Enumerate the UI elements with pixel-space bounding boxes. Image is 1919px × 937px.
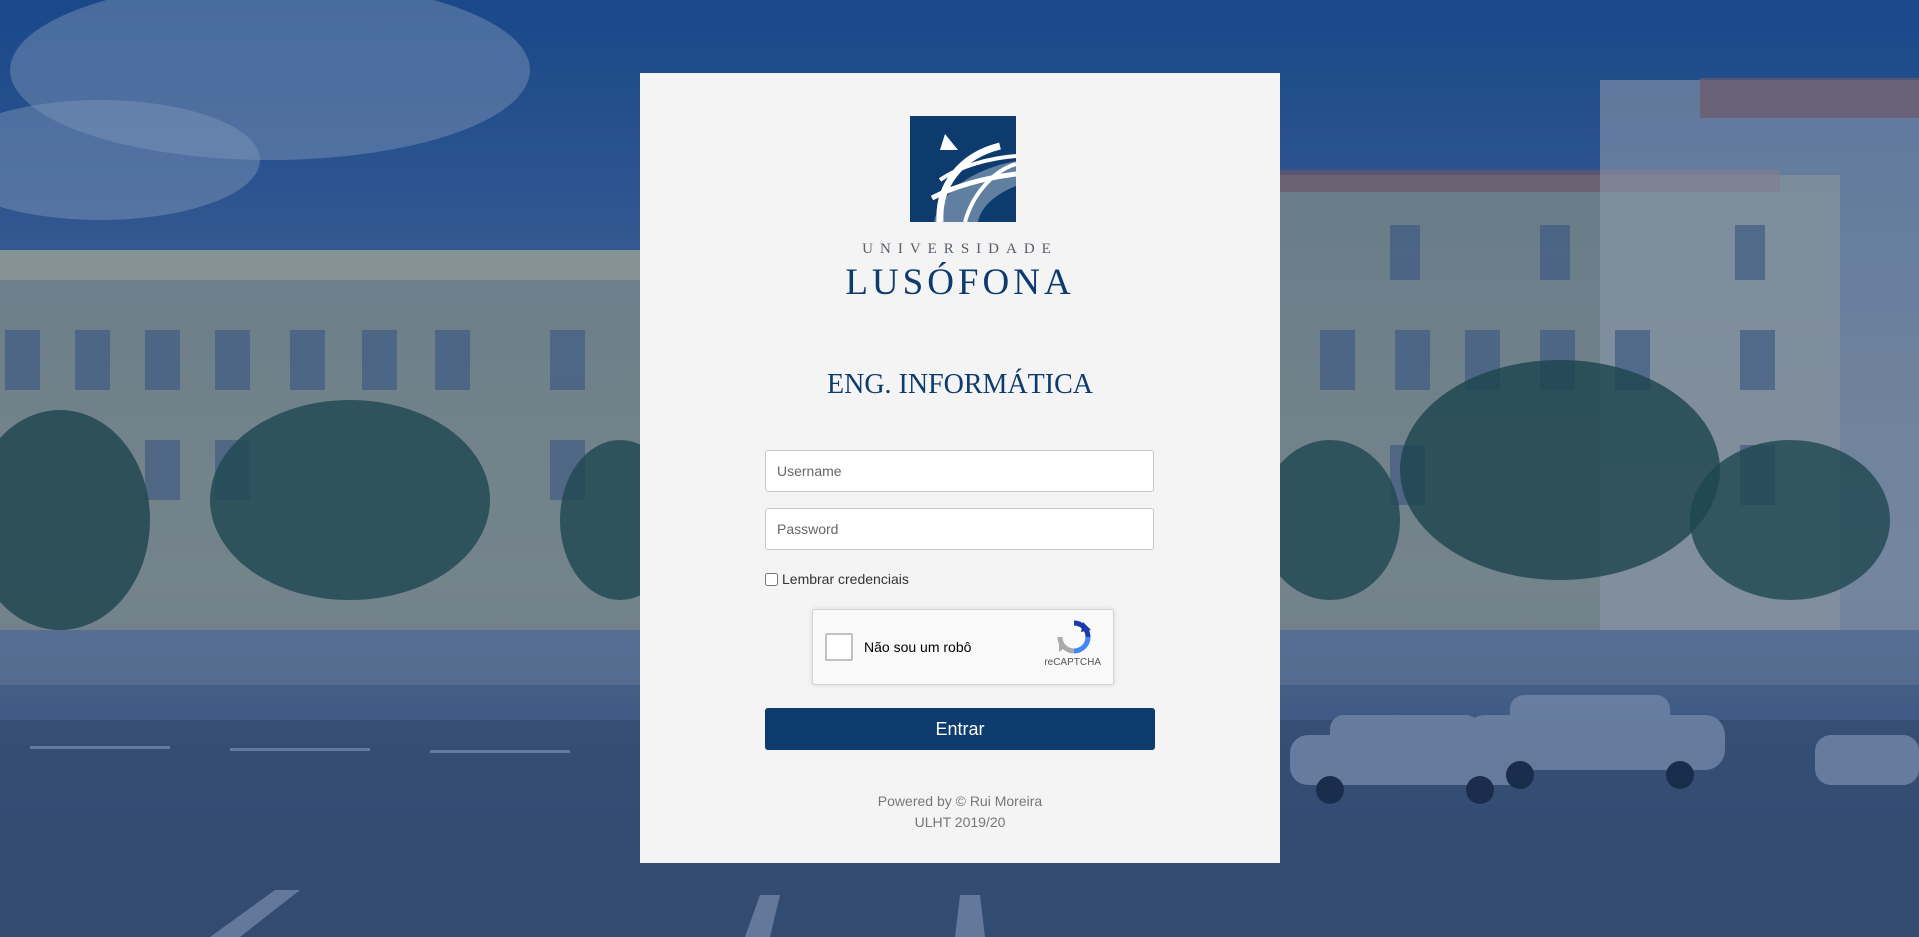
login-button[interactable]: Entrar [765, 708, 1155, 750]
login-panel: UNIVERSIDADE LUSÓFONA ENG. INFORMÁTICA L… [640, 73, 1280, 863]
recaptcha-brand: reCAPTCHA [1044, 657, 1101, 668]
recaptcha-checkbox[interactable] [825, 633, 853, 661]
footer-year: ULHT 2019/20 [914, 814, 1006, 830]
password-input[interactable] [765, 508, 1154, 550]
brand-subtitle: UNIVERSIDADE [862, 241, 1058, 257]
remember-credentials[interactable]: Lembrar credenciais [765, 571, 909, 587]
brand-title: LUSÓFONA [845, 262, 1075, 303]
recaptcha-label: Não sou um robô [864, 639, 972, 655]
course-title: ENG. INFORMÁTICA [827, 369, 1093, 400]
username-input[interactable] [765, 450, 1154, 492]
remember-checkbox[interactable] [765, 572, 778, 586]
footer-credit: Powered by © Rui Moreira [877, 793, 1043, 809]
recaptcha-icon [1057, 620, 1091, 654]
remember-label: Lembrar credenciais [782, 571, 909, 587]
recaptcha-widget: Não sou um robô reCAPTCHA [812, 609, 1114, 685]
globe-logo-icon [910, 116, 1016, 222]
